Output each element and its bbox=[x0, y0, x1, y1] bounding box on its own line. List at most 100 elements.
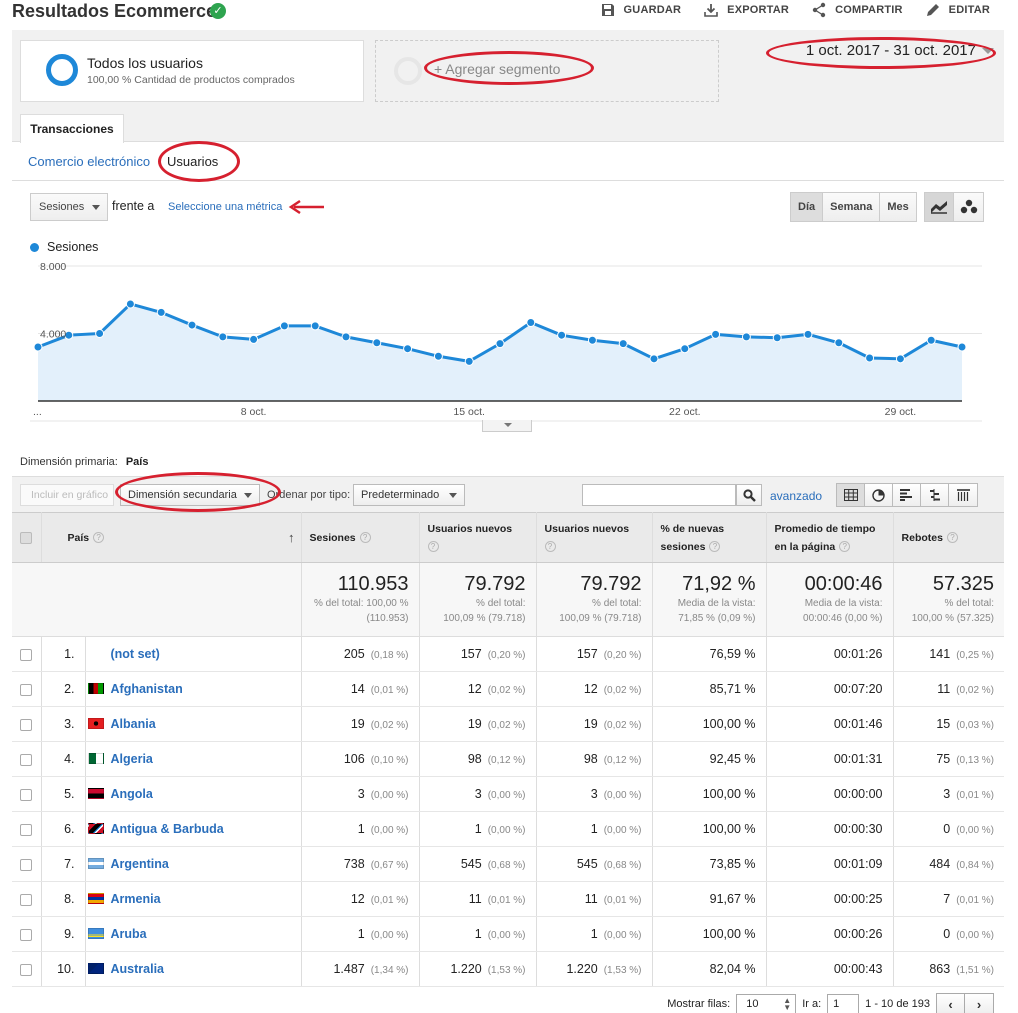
new-users-2-pct: (0,00 %) bbox=[603, 825, 642, 836]
bar-list-icon bbox=[900, 489, 912, 501]
country-link[interactable]: Algeria bbox=[111, 752, 153, 766]
country-link[interactable]: Aruba bbox=[111, 927, 147, 941]
new-users-2-pct: (0,00 %) bbox=[603, 930, 642, 941]
empty-segment-ring-icon bbox=[394, 57, 422, 85]
new-users-2-pct: (0,20 %) bbox=[603, 650, 642, 661]
period-day-button[interactable]: Día bbox=[791, 193, 824, 221]
row-checkbox[interactable] bbox=[20, 683, 33, 696]
next-page-button[interactable]: › bbox=[965, 994, 993, 1013]
comparison-view-button[interactable] bbox=[921, 484, 949, 506]
total-note: 100,00 % (57.325) bbox=[911, 613, 995, 624]
flag-dz-icon bbox=[87, 753, 104, 764]
export-button[interactable]: EXPORTAR bbox=[703, 2, 789, 18]
header-sessions[interactable]: Sesiones? bbox=[301, 512, 420, 563]
row-checkbox[interactable] bbox=[20, 893, 33, 906]
header-country[interactable]: País? ↑ bbox=[41, 512, 302, 563]
save-button[interactable]: GUARDAR bbox=[600, 2, 682, 18]
table-row: 2. Afghanistan 14 (0,01 %) 12 (0,02 %) 12 (0,02… bbox=[12, 671, 1005, 707]
country-link[interactable]: Argentina bbox=[111, 857, 169, 871]
sessions-cell: 738 (0,67 %) bbox=[301, 846, 420, 882]
select-all-checkbox[interactable] bbox=[20, 531, 33, 544]
edit-button[interactable]: EDITAR bbox=[925, 2, 990, 18]
table-view-toggle bbox=[836, 483, 978, 507]
total-note: Media de la vista: bbox=[804, 598, 883, 609]
totals-label-cell bbox=[12, 562, 302, 637]
sort-type-dropdown[interactable]: Predeterminado bbox=[353, 484, 465, 506]
select-metric-link[interactable]: Seleccione una métrica bbox=[168, 201, 282, 213]
flag-ar-icon bbox=[87, 858, 104, 869]
percentage-view-button[interactable] bbox=[865, 484, 893, 506]
row-checkbox[interactable] bbox=[20, 928, 33, 941]
avg-time-cell: 00:00:43 bbox=[766, 951, 894, 987]
prev-page-button[interactable]: ‹ bbox=[937, 994, 965, 1013]
country-link[interactable]: (not set) bbox=[111, 647, 160, 661]
new-users-value: 157 bbox=[460, 647, 482, 661]
header-new-users-2[interactable]: Usuarios nuevos? bbox=[536, 512, 653, 563]
bounces-cell: 141 (0,25 %) bbox=[893, 636, 1005, 672]
period-month-button[interactable]: Mes bbox=[880, 193, 916, 221]
new-users-2-cell: 545 (0,68 %) bbox=[536, 846, 653, 882]
new-users-2-pct: (1,53 %) bbox=[603, 965, 642, 976]
pct-new-cell: 92,45 % bbox=[652, 741, 767, 777]
country-link[interactable]: Afghanistan bbox=[111, 682, 183, 696]
country-link[interactable]: Albania bbox=[111, 717, 156, 731]
header-new-users[interactable]: Usuarios nuevos? bbox=[419, 512, 537, 563]
new-users-pct: (0,02 %) bbox=[487, 685, 526, 696]
new-users-value: 1 bbox=[474, 927, 482, 941]
row-checkbox[interactable] bbox=[20, 718, 33, 731]
row-index: 7. bbox=[41, 846, 86, 882]
row-checkbox[interactable] bbox=[20, 788, 33, 801]
plot-rows-button[interactable]: Incluir en gráfico bbox=[20, 484, 114, 506]
country-link[interactable]: Australia bbox=[111, 962, 165, 976]
row-checkbox[interactable] bbox=[20, 858, 33, 871]
country-link[interactable]: Armenia bbox=[111, 892, 161, 906]
advanced-filter-link[interactable]: avanzado bbox=[770, 489, 822, 503]
country-link[interactable]: Antigua & Barbuda bbox=[111, 822, 224, 836]
chart-collapse-handle[interactable] bbox=[482, 420, 532, 432]
row-checkbox[interactable] bbox=[20, 648, 33, 661]
primary-dimension-value[interactable]: País bbox=[126, 456, 149, 468]
table-row: 5. Angola 3 (0,00 %) 3 (0,00 %) 3 (0,00 %) 100,0… bbox=[12, 776, 1005, 812]
table-row: 10. Australia 1.487 (1,34 %) 1.220 (1,53 %) 1.… bbox=[12, 951, 1005, 987]
header-pct-new-sessions[interactable]: % de nuevas sesiones? bbox=[652, 512, 767, 563]
tab-transactions[interactable]: Transacciones bbox=[20, 114, 124, 143]
new-users-2-value: 98 bbox=[583, 752, 598, 766]
header-bounces[interactable]: Rebotes? bbox=[893, 512, 1005, 563]
sessions-value: 106 bbox=[343, 752, 365, 766]
country-link[interactable]: Angola bbox=[111, 787, 153, 801]
header-new-users-2-label: Usuarios nuevos bbox=[544, 522, 630, 535]
rows-per-page-value: 10 bbox=[746, 998, 759, 1010]
annotation-circle-secondary-dimension bbox=[115, 472, 281, 512]
row-select-cell bbox=[12, 671, 42, 707]
new-users-2-value: 3 bbox=[590, 787, 598, 801]
table-search-input[interactable] bbox=[582, 484, 736, 506]
total-note: 100,09 % (79.718) bbox=[559, 613, 642, 624]
row-checkbox[interactable] bbox=[20, 753, 33, 766]
subtab-ecommerce[interactable]: Comercio electrónico bbox=[28, 154, 150, 169]
motion-chart-button[interactable] bbox=[954, 193, 983, 221]
line-chart-button[interactable] bbox=[925, 193, 954, 221]
sessions-cell: 19 (0,02 %) bbox=[301, 706, 420, 742]
rows-per-page-select[interactable]: 10 ▲ ▼ bbox=[736, 994, 797, 1013]
header-bounces-label: Rebotes bbox=[901, 531, 943, 544]
metric-dropdown[interactable]: Sesiones bbox=[30, 193, 108, 221]
select-all-cell bbox=[12, 512, 42, 563]
period-week-button[interactable]: Semana bbox=[823, 193, 881, 221]
segment-card-all-users[interactable]: Todos los usuarios 100,00 % Cantidad de … bbox=[20, 40, 364, 102]
goto-page-input[interactable]: 1 bbox=[827, 994, 860, 1013]
performance-view-button[interactable] bbox=[893, 484, 921, 506]
table-row: 3. Albania 19 (0,02 %) 19 (0,02 %) 19 (0,02 %) 1… bbox=[12, 706, 1005, 742]
new-users-value: 19 bbox=[467, 717, 482, 731]
search-button[interactable] bbox=[736, 484, 762, 506]
x-tick-label: 29 oct. bbox=[885, 406, 917, 418]
sessions-value: 738 bbox=[343, 857, 365, 871]
data-point bbox=[33, 342, 43, 352]
table-view-button[interactable] bbox=[837, 484, 865, 506]
row-checkbox[interactable] bbox=[20, 963, 33, 976]
pivot-view-button[interactable] bbox=[949, 484, 977, 506]
country-cell: (not set) bbox=[85, 636, 302, 672]
row-checkbox[interactable] bbox=[20, 823, 33, 836]
annotation-circle-add-segment bbox=[424, 51, 594, 85]
share-button[interactable]: COMPARTIR bbox=[811, 2, 903, 18]
header-avg-time[interactable]: Promedio de tiempo en la página? bbox=[766, 512, 894, 563]
